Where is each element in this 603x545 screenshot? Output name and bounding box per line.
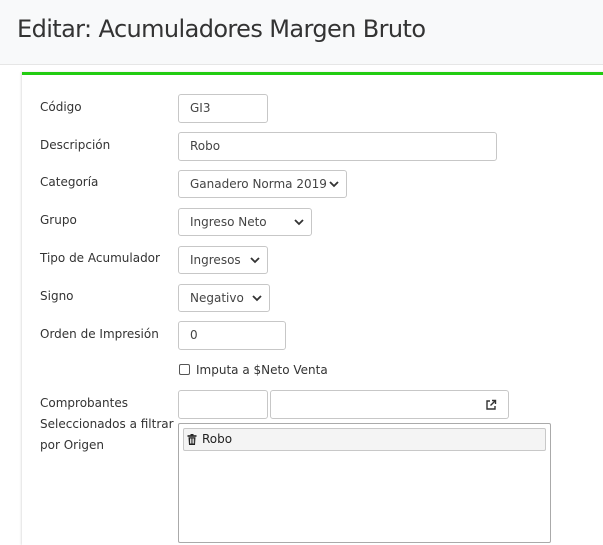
tipo-value: Ingresos: [190, 253, 241, 267]
chevron-down-icon: [250, 257, 260, 264]
comprobantes-label-line-1: Comprobantes: [40, 396, 128, 410]
page-header: Editar: Acumuladores Margen Bruto: [0, 0, 603, 65]
grupo-select[interactable]: Ingreso Neto: [178, 208, 312, 236]
list-item-label: Robo: [202, 432, 233, 446]
descripcion-value: Robo: [190, 139, 221, 153]
comprobante-name-input[interactable]: [270, 390, 475, 419]
orden-input[interactable]: 0: [178, 321, 286, 350]
descripcion-input[interactable]: Robo: [178, 132, 497, 161]
categoria-label: Categoría: [40, 175, 99, 189]
grupo-value: Ingreso Neto: [190, 215, 267, 229]
chevron-down-icon: [252, 295, 262, 302]
signo-label: Signo: [40, 289, 74, 303]
trash-icon[interactable]: [187, 434, 197, 445]
signo-value: Negativo: [190, 291, 244, 305]
comprobantes-label-line-2: Seleccionados a filtrar: [40, 417, 174, 431]
chevron-down-icon: [329, 181, 339, 188]
codigo-label: Código: [40, 100, 82, 114]
imputa-label: Imputa a $Neto Venta: [196, 363, 328, 377]
grupo-label: Grupo: [40, 213, 77, 227]
page-title: Editar: Acumuladores Margen Bruto: [17, 15, 426, 43]
external-link-icon: [486, 399, 497, 410]
selected-comprobantes-list[interactable]: Robo: [178, 423, 551, 543]
codigo-input[interactable]: GI3: [178, 94, 268, 123]
categoria-select[interactable]: Ganadero Norma 2019: [178, 170, 347, 198]
categoria-value: Ganadero Norma 2019: [190, 177, 327, 191]
tipo-select[interactable]: Ingresos: [178, 246, 268, 274]
list-item[interactable]: Robo: [183, 428, 546, 451]
orden-label: Orden de Impresión: [40, 327, 159, 341]
tipo-label: Tipo de Acumulador: [40, 251, 160, 265]
imputa-checkbox[interactable]: [179, 364, 190, 375]
codigo-value: GI3: [190, 101, 211, 115]
descripcion-label: Descripción: [40, 138, 111, 152]
orden-value: 0: [190, 328, 198, 342]
chevron-down-icon: [294, 219, 304, 226]
open-picker-button[interactable]: [474, 390, 509, 419]
comprobantes-label-line-3: por Origen: [40, 438, 105, 452]
comprobante-code-input[interactable]: [178, 390, 268, 419]
signo-select[interactable]: Negativo: [178, 284, 270, 312]
